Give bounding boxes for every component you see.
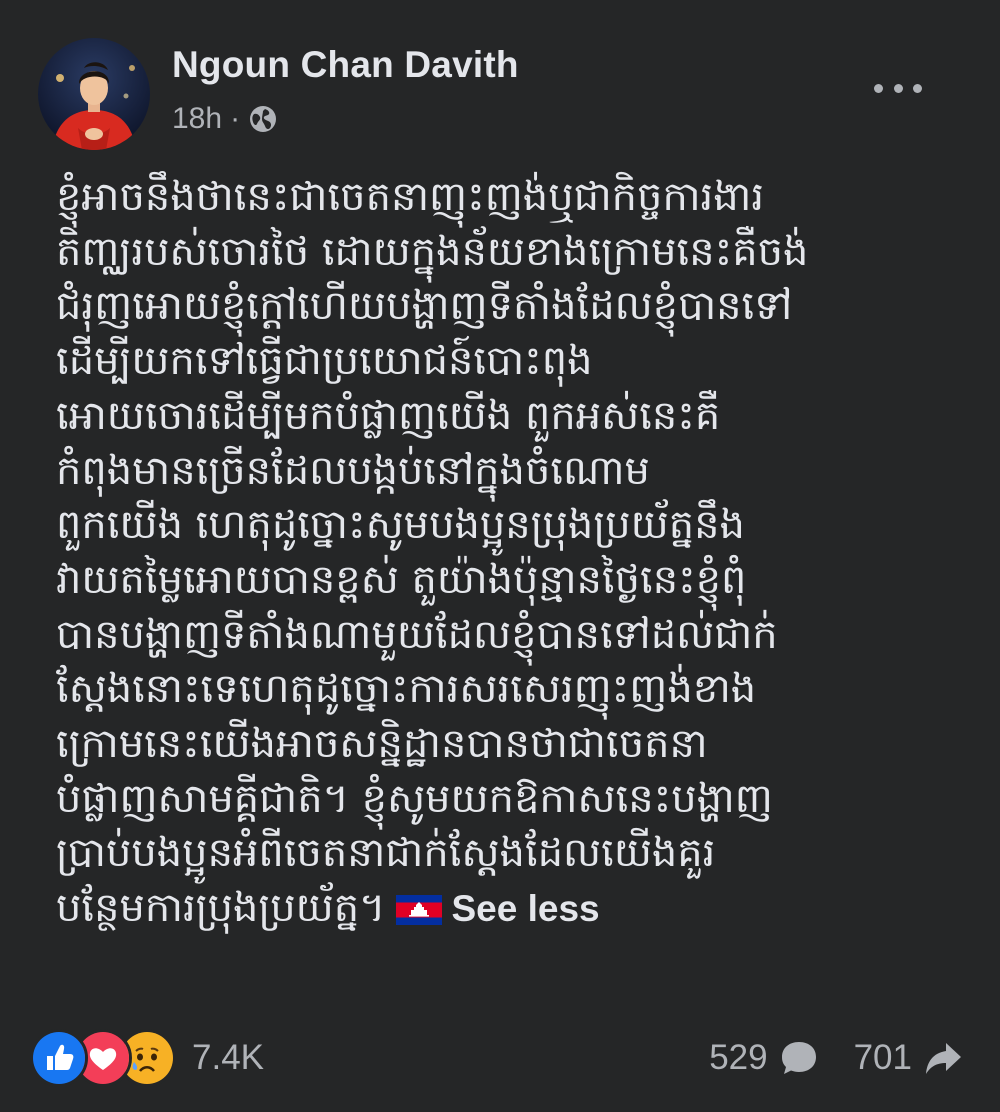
post-text-last-line: បន្ថែមការប្រុងប្រយ័ត្ន។ See less xyxy=(56,881,936,937)
post-timestamp[interactable]: 18h xyxy=(172,102,222,136)
like-icon xyxy=(30,1029,88,1087)
see-less-link[interactable]: See less xyxy=(452,888,600,929)
post-text-line: ដើម្បីយកទៅធ្វើជាប្រយោជន៍បោះពុង xyxy=(56,338,593,385)
post-text-line: ខ្ញុំអាចនឹងថានេះជាចេតនាញុះញង់ឬជាកិច្ចការ… xyxy=(56,174,765,220)
post-text-line: ប្រាប់បងប្អូនអំពីចេតនាជាក់ស្តែងដែលយើងគួរ xyxy=(56,830,716,877)
post-text-line: បំផ្លាញសាមគ្គីជាតិ។ ខ្ញុំសូមយកឱកាសនេះបង្… xyxy=(56,775,773,822)
author-name[interactable]: Ngoun Chan Davith xyxy=(172,44,519,86)
author-avatar[interactable] xyxy=(38,38,150,150)
more-options-button[interactable] xyxy=(874,70,922,106)
post-text-line: វាយតម្លៃអោយបានខ្ពស់ តួយ៉ាងប៉ុន្មានថ្ងៃនេ… xyxy=(56,556,747,603)
comments-count-button[interactable]: 529 xyxy=(709,1037,819,1079)
post-footer: 7.4K 529 701 xyxy=(30,1029,964,1087)
post-text-line: អោយចោរដើម្បីមកបំផ្លាញយើង ពួកអស់នេះគឺ xyxy=(56,392,721,439)
post-meta: 18h · xyxy=(172,102,278,136)
reaction-count: 7.4K xyxy=(192,1038,264,1077)
globe-icon[interactable] xyxy=(248,104,278,134)
post-text-last-segment: បន្ថែមការប្រុងប្រយ័ត្ន។ xyxy=(56,885,386,932)
post-text-line: បានបង្ហាញទីតាំងណាមួយដែលខ្ញុំបានទៅដល់ជាក់ xyxy=(56,611,778,658)
ellipsis-icon-dot xyxy=(913,83,922,93)
post-text-line: តិញ្ឈរបស់ចោរថៃ ដោយក្នុងន័យខាងក្រោមនេះគឺច… xyxy=(56,228,809,275)
shares-count-button[interactable]: 701 xyxy=(854,1037,964,1079)
post-text-line: ក្រោមនេះយើងអាចសន្និដ្ឋានបានថាជាចេតនា xyxy=(56,721,708,768)
post-text-line: ស្តែងនោះទេហេតុដូច្នោះការសរសេរញុះញង់ខាង xyxy=(56,666,757,713)
ellipsis-icon-dot xyxy=(893,83,903,93)
post-text-line: ពួកយើង ហេតុដូច្នោះសូមបងប្អូនប្រុងប្រយ័ត្… xyxy=(56,502,745,549)
ellipsis-icon-dot xyxy=(874,83,883,93)
post-text-line: កំពុងមានច្រើនដែលបង្កប់នៅក្នុងចំណោម xyxy=(56,447,650,494)
avatar-image xyxy=(38,38,150,150)
comment-count: 529 xyxy=(709,1038,768,1077)
post-text-line: ជំរុញអោយខ្ញុំក្តៅហើយបង្ហាញទីតាំងដែលខ្ញុំ… xyxy=(56,283,793,330)
comment-icon xyxy=(781,1042,816,1074)
reactions-summary[interactable]: 7.4K xyxy=(30,1029,264,1087)
post-text: ខ្ញុំអាចនឹងថានេះជាចេតនាញុះញង់ឬជាកិច្ចការ… xyxy=(56,170,936,937)
facebook-post: Ngoun Chan Davith 18h · ខ្ញុំអាចនឹងថានេះ… xyxy=(0,0,1000,1112)
share-icon xyxy=(926,1043,961,1074)
engagement-stats: 529 701 xyxy=(709,1037,964,1079)
meta-separator: · xyxy=(230,102,241,135)
share-count: 701 xyxy=(853,1038,912,1077)
cambodia-flag-icon xyxy=(395,895,442,926)
